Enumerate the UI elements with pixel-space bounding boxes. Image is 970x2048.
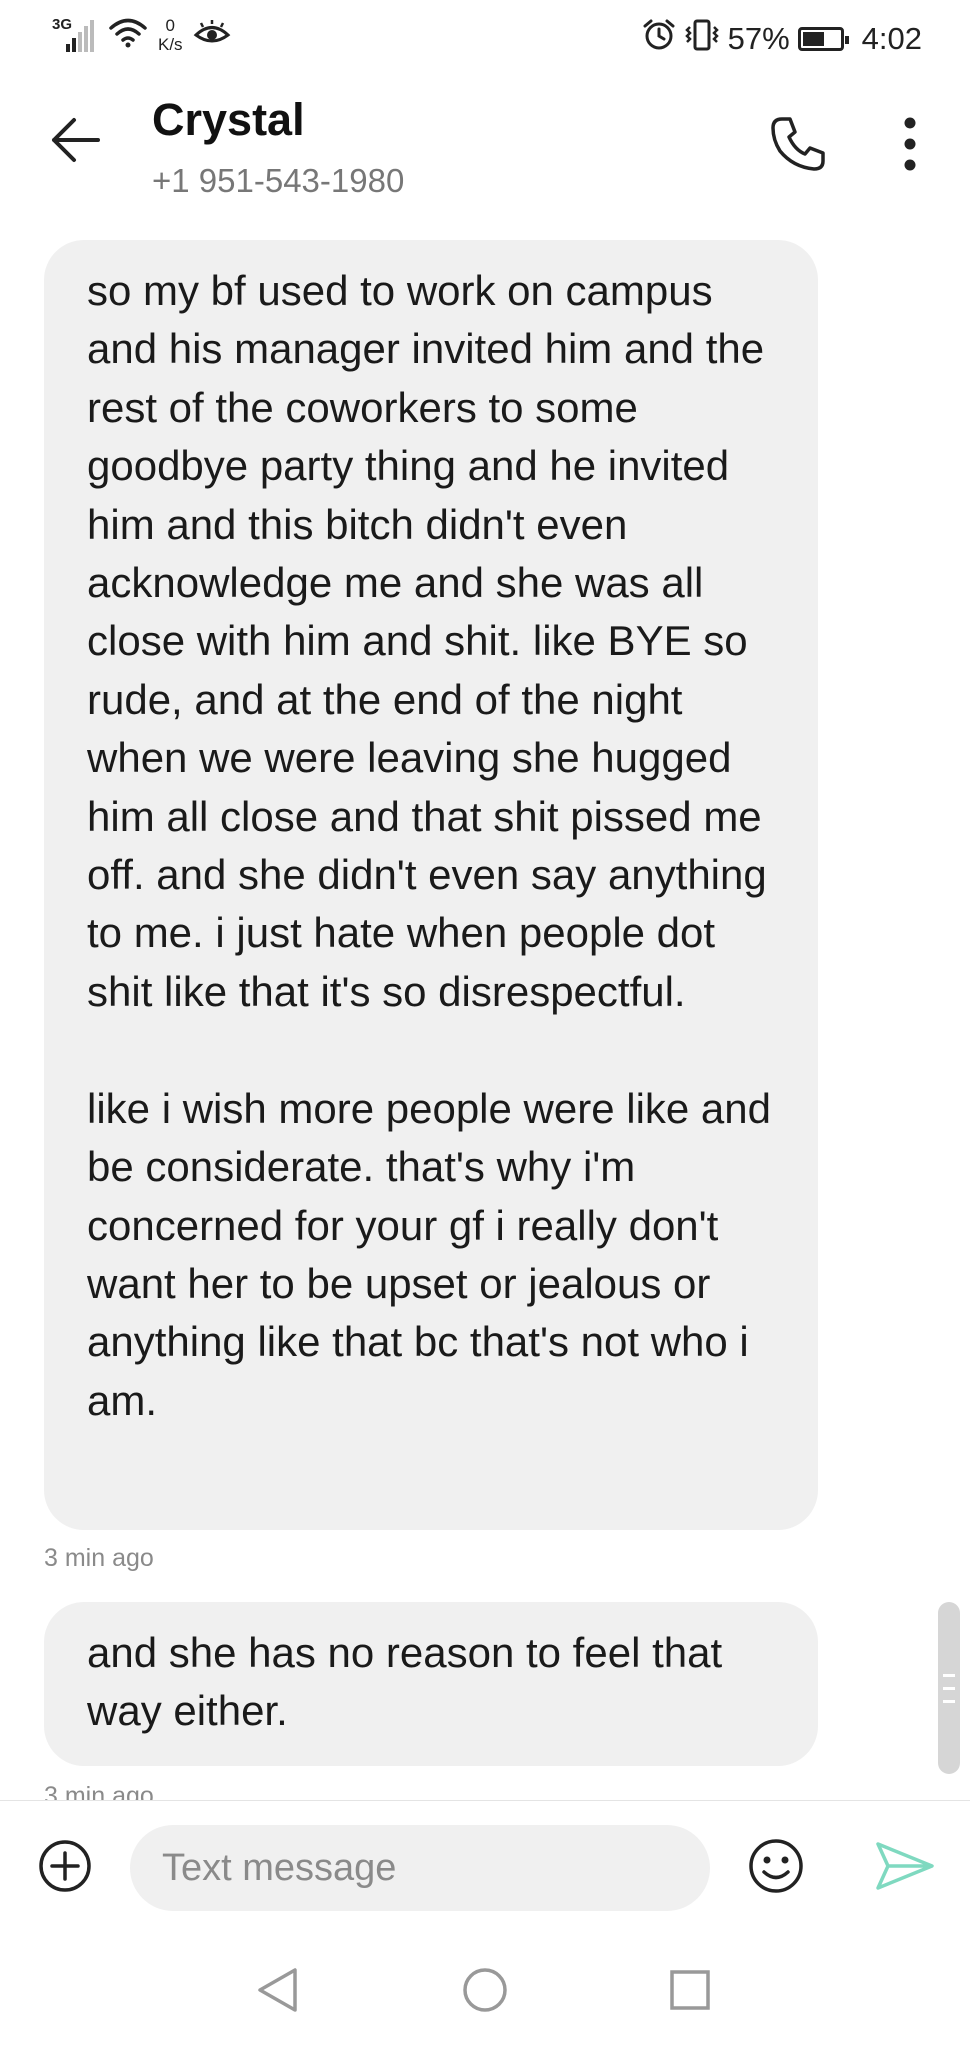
triangle-back-icon [253, 1965, 303, 2020]
message-list[interactable]: so my bf used to work on campus and his … [0, 220, 970, 1800]
message-input[interactable] [130, 1825, 710, 1911]
scrollbar-thumb[interactable] [938, 1602, 960, 1774]
emoji-button[interactable] [745, 1837, 807, 1899]
send-icon [874, 1840, 936, 1897]
scroll-grip-line [943, 1686, 955, 1690]
battery-level [802, 32, 824, 46]
status-bar: 3G 0 K/s 57% 4:02 [0, 0, 970, 80]
wifi-icon [108, 17, 148, 54]
status-right: 57% 4:02 [642, 18, 922, 60]
system-navigation-bar [0, 1934, 970, 2048]
send-button[interactable] [872, 1835, 938, 1901]
square-recents-icon [665, 1965, 715, 2020]
eye-icon [193, 18, 231, 53]
message-timestamp: 3 min ago [44, 1544, 154, 1572]
alarm-icon [642, 18, 676, 60]
call-button[interactable] [764, 112, 832, 180]
plus-circle-icon [37, 1838, 93, 1899]
more-options-button[interactable] [880, 112, 940, 180]
phone-icon [768, 114, 828, 179]
conversation-header: Crystal +1 951-543-1980 [0, 80, 970, 220]
clock: 4:02 [861, 21, 922, 56]
scroll-grip-line [943, 1699, 955, 1703]
circle-home-icon [460, 1965, 510, 2020]
nav-back-button[interactable] [248, 1962, 308, 2022]
messaging-screen: 3G 0 K/s 57% 4:02 Crystal +1 951-543-198… [0, 0, 970, 2048]
message-bubble[interactable]: so my bf used to work on campus and his … [44, 240, 818, 1530]
more-vertical-icon [903, 116, 917, 177]
back-button[interactable] [44, 110, 108, 174]
contact-name[interactable]: Crystal [152, 94, 305, 146]
add-attachment-button[interactable] [36, 1839, 94, 1897]
composer-bar [0, 1800, 970, 1935]
arrow-left-icon [48, 112, 104, 173]
nav-recents-button[interactable] [660, 1962, 720, 2022]
battery-percent: 57% [727, 21, 790, 56]
battery-icon [797, 27, 849, 51]
speed-value: 0 [165, 16, 176, 35]
signal-icon: 3G [52, 16, 98, 52]
smiley-icon [747, 1837, 805, 1900]
status-left: 3G 0 K/s [52, 16, 231, 54]
message-bubble[interactable]: and she has no reason to feel that way e… [44, 1602, 818, 1766]
scroll-grip-line [943, 1673, 955, 1677]
message-timestamp: 3 min ago [44, 1782, 154, 1800]
contact-number: +1 951-543-1980 [152, 162, 405, 199]
speed-unit: K/s [158, 35, 183, 54]
network-speed: 0 K/s [158, 16, 183, 54]
nav-home-button[interactable] [455, 1962, 515, 2022]
vibrate-icon [684, 18, 720, 60]
